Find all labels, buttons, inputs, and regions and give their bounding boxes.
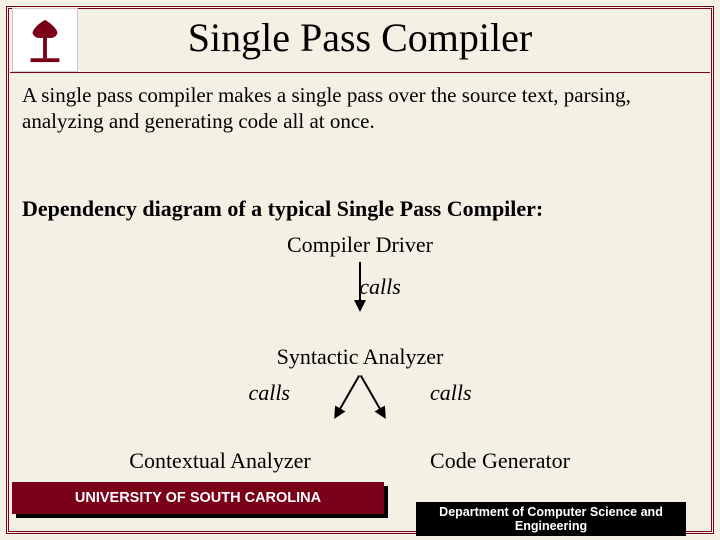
edge-label-calls-right: calls [430, 380, 472, 406]
node-contextual-analyzer: Contextual Analyzer [110, 448, 330, 474]
title-underline [10, 72, 710, 73]
edge-label-calls-left: calls [248, 380, 290, 406]
slide-title: Single Pass Compiler [0, 14, 720, 61]
node-compiler-driver: Compiler Driver [0, 232, 720, 258]
node-syntactic-analyzer: Syntactic Analyzer [0, 344, 720, 370]
footer-university: UNIVERSITY OF SOUTH CAROLINA [12, 482, 384, 514]
diagram-heading: Dependency diagram of a typical Single P… [22, 196, 700, 222]
node-code-generator: Code Generator [390, 448, 610, 474]
intro-text: A single pass compiler makes a single pa… [22, 82, 692, 135]
footer-department: Department of Computer Science and Engin… [416, 502, 686, 536]
edge-label-calls: calls [20, 274, 720, 300]
